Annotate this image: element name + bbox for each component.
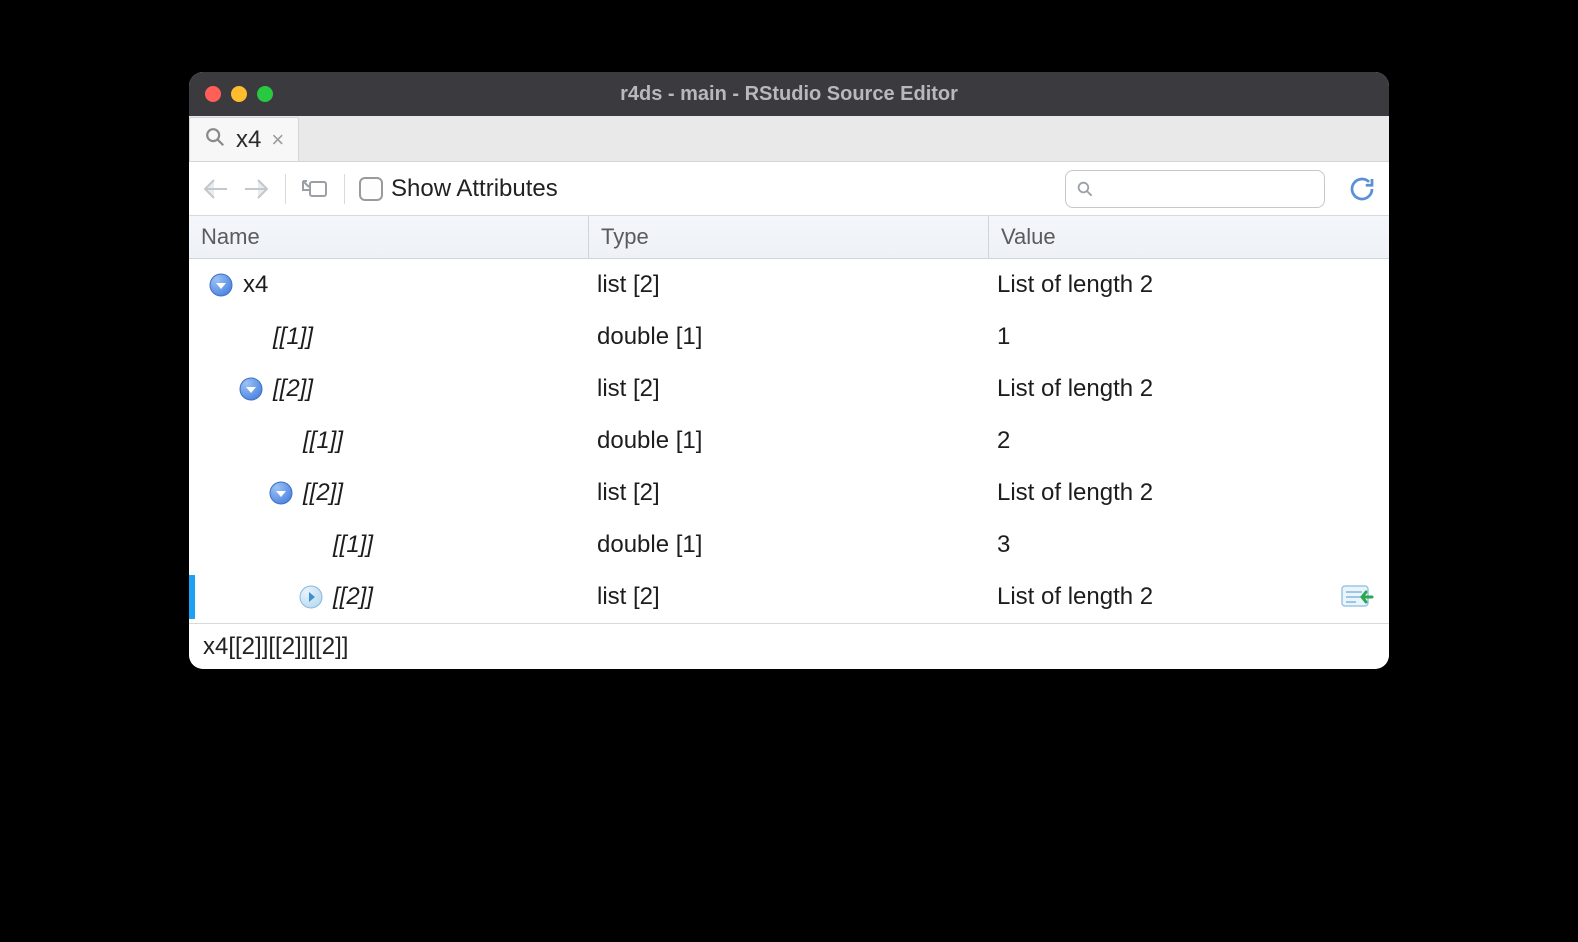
name-cell: [[1]]: [189, 531, 589, 559]
collapse-icon[interactable]: [209, 273, 233, 297]
row-label: [[1]]: [273, 323, 313, 351]
row-label: [[2]]: [303, 479, 343, 507]
checkbox-box[interactable]: [359, 177, 383, 201]
window-title: r4ds - main - RStudio Source Editor: [189, 83, 1389, 106]
expand-icon[interactable]: [299, 585, 323, 609]
titlebar: r4ds - main - RStudio Source Editor: [189, 72, 1389, 116]
minimize-window-icon[interactable]: [231, 86, 247, 102]
show-attributes-checkbox[interactable]: Show Attributes: [359, 175, 558, 203]
name-cell: [[2]]: [189, 375, 589, 403]
tree: x4list [2]List of length 2[[1]]double [1…: [189, 259, 1389, 623]
row-value: 2: [989, 427, 1325, 455]
tree-row[interactable]: [[1]] double [1]2: [189, 415, 1389, 467]
footer: x4[[2]][[2]][[2]]: [189, 623, 1389, 669]
close-window-icon[interactable]: [205, 86, 221, 102]
row-value: List of length 2: [989, 583, 1325, 611]
name-cell: [[2]]: [189, 479, 589, 507]
zoom-window-icon[interactable]: [257, 86, 273, 102]
show-attributes-label: Show Attributes: [391, 175, 558, 203]
tab-x4[interactable]: x4 ×: [189, 117, 299, 161]
row-value: List of length 2: [989, 271, 1325, 299]
row-type: list [2]: [589, 271, 989, 299]
refresh-button[interactable]: [1347, 174, 1377, 204]
row-type: list [2]: [589, 375, 989, 403]
toggle-placeholder: [269, 429, 293, 453]
collapse-icon[interactable]: [239, 377, 263, 401]
row-type: double [1]: [589, 323, 989, 351]
row-label: x4: [243, 271, 268, 299]
toggle-placeholder: [239, 325, 263, 349]
close-tab-icon[interactable]: ×: [271, 127, 284, 153]
search-icon: [204, 126, 226, 153]
row-type: list [2]: [589, 479, 989, 507]
row-value: 1: [989, 323, 1325, 351]
selection-path: x4[[2]][[2]][[2]]: [203, 633, 348, 661]
traffic-lights: [205, 86, 273, 102]
tree-row[interactable]: [[2]] list [2]List of length 2: [189, 571, 1389, 623]
tabbar: x4 ×: [189, 116, 1389, 162]
tab-label: x4: [236, 126, 261, 154]
row-label: [[1]]: [303, 427, 343, 455]
window: r4ds - main - RStudio Source Editor x4 ×…: [189, 72, 1389, 669]
tree-row[interactable]: [[2]] list [2]List of length 2: [189, 467, 1389, 519]
toggle-placeholder: [299, 533, 323, 557]
tree-row[interactable]: [[1]] double [1]1: [189, 311, 1389, 363]
row-value: 3: [989, 531, 1325, 559]
send-to-console-button[interactable]: [1340, 583, 1374, 611]
name-cell: x4: [189, 271, 589, 299]
name-cell: [[1]]: [189, 427, 589, 455]
row-type: double [1]: [589, 427, 989, 455]
separator: [344, 174, 345, 204]
column-type[interactable]: Type: [589, 216, 989, 258]
back-button[interactable]: [201, 176, 231, 202]
row-label: [[1]]: [333, 531, 373, 559]
search-icon: [1076, 179, 1094, 199]
collapse-icon[interactable]: [269, 481, 293, 505]
toolbar: Show Attributes: [189, 162, 1389, 216]
row-value: List of length 2: [989, 375, 1325, 403]
search-input[interactable]: [1065, 170, 1325, 208]
tree-row[interactable]: [[1]] double [1]3: [189, 519, 1389, 571]
column-value[interactable]: Value: [989, 216, 1389, 258]
row-type: list [2]: [589, 583, 989, 611]
row-value: List of length 2: [989, 479, 1325, 507]
separator: [285, 174, 286, 204]
column-headers: Name Type Value: [189, 216, 1389, 259]
row-label: [[2]]: [273, 375, 313, 403]
row-type: double [1]: [589, 531, 989, 559]
column-name[interactable]: Name: [189, 216, 589, 258]
search-field[interactable]: [1102, 178, 1314, 199]
name-cell: [[1]]: [189, 323, 589, 351]
tree-row[interactable]: x4 list [2]List of length 2: [189, 259, 1389, 311]
row-label: [[2]]: [333, 583, 373, 611]
popout-button[interactable]: [300, 176, 330, 202]
tree-row[interactable]: [[2]] list [2]List of length 2: [189, 363, 1389, 415]
name-cell: [[2]]: [189, 583, 589, 611]
forward-button[interactable]: [241, 176, 271, 202]
